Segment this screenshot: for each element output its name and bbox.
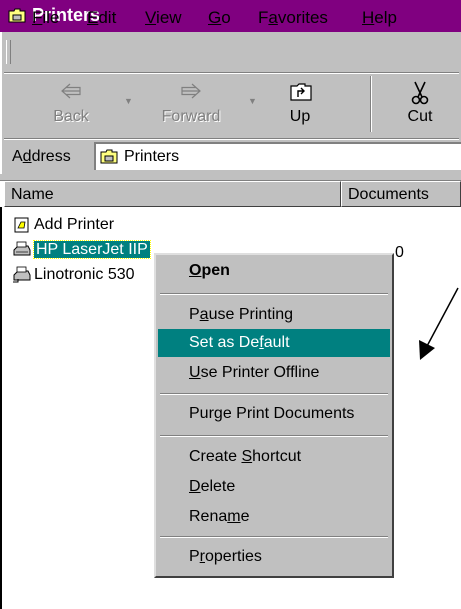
menu-item-delete[interactable]: Delete (158, 473, 390, 501)
menu-favorites[interactable]: Favorites (258, 8, 328, 28)
forward-arrow-icon (181, 83, 201, 99)
forward-label: Forward (161, 108, 221, 125)
list-item-hp-laserjet[interactable]: HP LaserJet IIP (12, 240, 151, 259)
printer-folder-icon (100, 149, 118, 164)
printer-folder-icon (8, 8, 26, 23)
context-menu: Open Pause Printing Set as Default Use P… (154, 253, 394, 578)
back-arrow-icon (61, 83, 81, 99)
item-documents-count: 0 (395, 244, 404, 261)
menu-view[interactable]: View (145, 8, 182, 28)
menu-separator (160, 393, 388, 395)
annotation-arrow-icon (419, 287, 459, 360)
up-folder-icon (290, 83, 312, 101)
menu-help[interactable]: Help (362, 8, 397, 28)
add-printer-icon (14, 217, 29, 233)
menu-separator (160, 435, 388, 437)
up-label: Up (289, 108, 311, 125)
scissors-icon (411, 81, 429, 105)
back-label: Back (53, 108, 89, 125)
menu-item-set-as-default[interactable]: Set as Default (158, 329, 390, 357)
item-name: Linotronic 530 (34, 266, 135, 283)
toolbar-separator (370, 76, 372, 132)
forward-button[interactable]: Forward (150, 78, 232, 130)
menu-item-pause-printing[interactable]: Pause Printing (158, 301, 390, 329)
item-name: HP LaserJet IIP (33, 240, 151, 259)
list-left-edge (0, 207, 4, 609)
back-button[interactable]: Back (42, 78, 100, 130)
column-header-documents[interactable]: Documents (341, 181, 461, 207)
menu-item-open[interactable]: Open (158, 257, 390, 285)
address-field[interactable]: Printers (94, 142, 461, 170)
menu-item-rename[interactable]: Rename (158, 503, 390, 531)
forward-dropdown-icon[interactable]: ▼ (248, 96, 257, 106)
toolbar-address-separator (4, 138, 459, 140)
menu-edit[interactable]: Edit (87, 8, 116, 28)
menu-toolbar-separator (4, 72, 459, 74)
item-name: Add Printer (34, 216, 115, 233)
menu-grip[interactable] (6, 40, 11, 64)
back-dropdown-icon[interactable]: ▼ (124, 96, 133, 106)
network-printer-icon (13, 266, 31, 283)
menu-item-create-shortcut[interactable]: Create Shortcut (158, 443, 390, 471)
menu-go[interactable]: Go (208, 8, 231, 28)
menu-item-properties[interactable]: Properties (158, 543, 390, 571)
menu-file[interactable]: File (32, 8, 59, 28)
cut-label: Cut (407, 108, 433, 125)
address-value: Printers (124, 148, 180, 165)
printer-icon (13, 241, 31, 256)
column-header-name[interactable]: Name (4, 181, 341, 207)
list-top-border (0, 174, 461, 181)
cut-button[interactable]: Cut (392, 78, 448, 130)
list-item-linotronic[interactable]: Linotronic 530 (12, 266, 135, 284)
menu-item-use-printer-offline[interactable]: Use Printer Offline (158, 359, 390, 387)
menu-separator (160, 293, 388, 295)
menu-separator (160, 536, 388, 538)
menu-item-purge-print-documents[interactable]: Purge Print Documents (158, 400, 390, 428)
list-item-add-printer[interactable]: Add Printer (12, 216, 114, 234)
up-button[interactable]: Up (268, 78, 332, 130)
address-label: Address (12, 148, 71, 165)
